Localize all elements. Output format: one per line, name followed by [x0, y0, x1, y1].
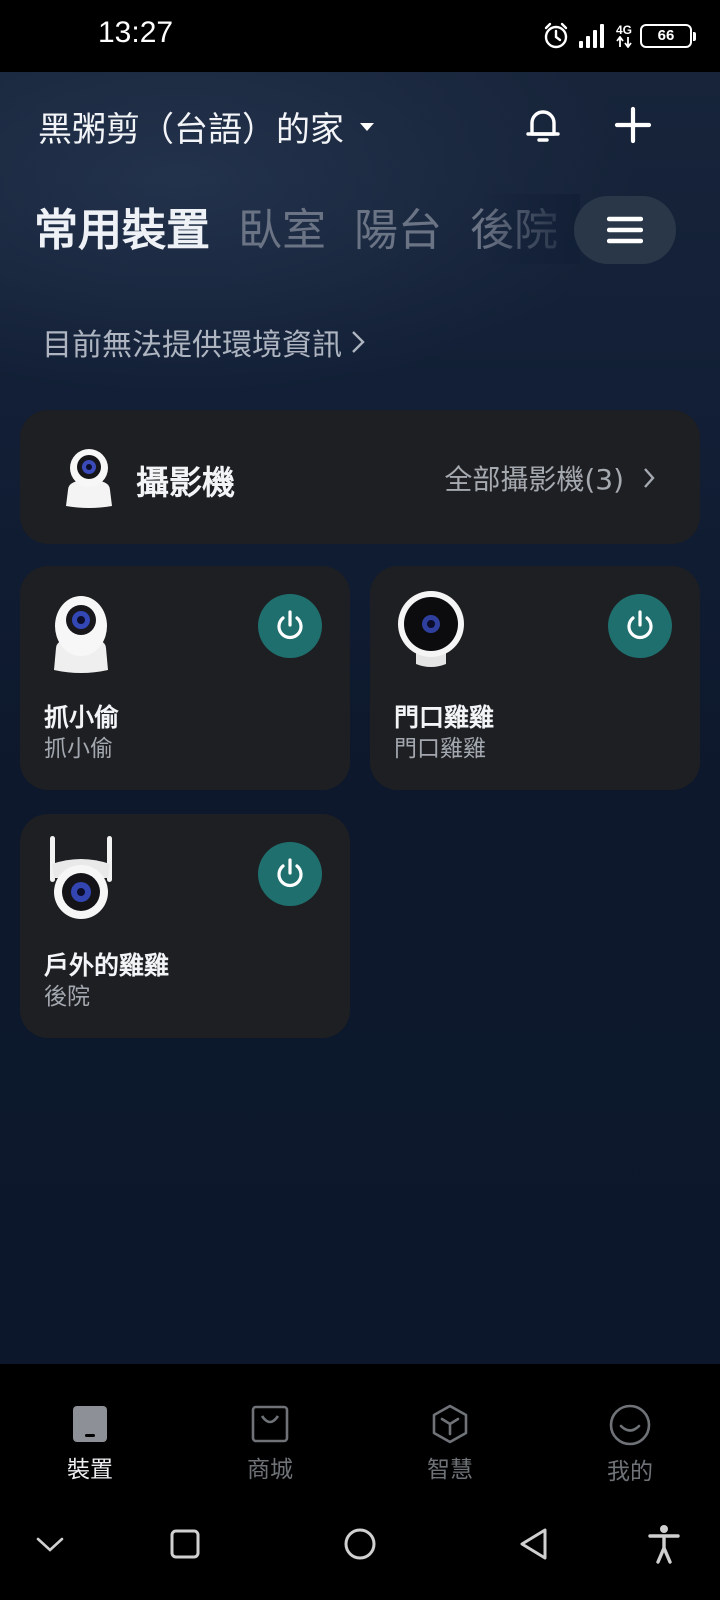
chevron-down-icon [36, 1537, 64, 1552]
status-time: 13:27 [98, 16, 174, 49]
chevron-right-icon [644, 468, 655, 488]
power-button[interactable] [258, 594, 322, 658]
all-cameras-label: 全部攝影機(3) [444, 463, 624, 496]
device-icon [73, 1406, 107, 1442]
pan-tilt-camera-icon [54, 596, 108, 673]
power-icon [277, 858, 303, 888]
home-selector[interactable]: 黑粥剪（台語）的家 [38, 102, 374, 151]
shop-bag-icon [251, 1405, 289, 1443]
power-button[interactable] [608, 594, 672, 658]
hamburger-icon [607, 216, 643, 244]
notifications-button[interactable] [520, 102, 566, 148]
device-room: 抓小偷 [44, 736, 113, 762]
device-room: 門口雞雞 [394, 736, 486, 762]
nav-label: 商城 [247, 1457, 293, 1483]
data-arrows-icon: 4G [616, 24, 632, 48]
battery-icon: 66 [640, 24, 696, 48]
nav-label: 裝置 [67, 1457, 113, 1483]
home-button[interactable] [338, 1522, 382, 1566]
bell-icon [526, 110, 560, 142]
device-card[interactable]: 戶外的雞雞 後院 [20, 814, 350, 1038]
accessibility-icon [648, 1525, 680, 1564]
nav-profile[interactable]: 我的 [540, 1364, 720, 1494]
device-card[interactable]: 抓小偷 抓小偷 [20, 566, 350, 790]
app-screen: 黑粥剪（台語）的家 常用裝置臥室陽台後院 目前無法提供環境資訊 [0, 72, 720, 1364]
alarm-icon [544, 22, 568, 49]
back-button[interactable] [512, 1522, 556, 1566]
environment-info-text: 目前無法提供環境資訊 [42, 328, 342, 363]
nav-label: 智慧 [427, 1457, 473, 1483]
nav-smart[interactable]: 智慧 [360, 1364, 540, 1494]
status-icons: 4G 66 [542, 20, 696, 52]
square-icon [170, 1529, 200, 1559]
power-icon [627, 610, 653, 640]
recent-apps-button[interactable] [163, 1522, 207, 1566]
nav-shop[interactable]: 商城 [180, 1364, 360, 1494]
power-button[interactable] [258, 842, 322, 906]
chevron-right-icon [352, 331, 365, 353]
signal-icon [578, 24, 604, 48]
nav-label: 我的 [607, 1459, 653, 1485]
add-device-button[interactable] [610, 102, 656, 148]
dropdown-caret-icon [360, 122, 374, 131]
device-card[interactable]: 門口雞雞 門口雞雞 [370, 566, 700, 790]
power-icon [277, 610, 303, 640]
bottom-navigation: 裝置 商城 智慧 我的 [0, 1364, 720, 1494]
nav-devices[interactable]: 裝置 [0, 1364, 180, 1494]
tab-bedroom[interactable]: 臥室 [238, 194, 326, 258]
tab-balcony[interactable]: 陽台 [354, 194, 442, 258]
stand-camera-icon [398, 591, 464, 667]
home-name: 黑粥剪（台語）的家 [38, 110, 344, 150]
accessibility-button[interactable] [642, 1522, 686, 1566]
environment-info-link[interactable]: 目前無法提供環境資訊 [42, 320, 366, 364]
camera-group-title: 攝影機 [136, 463, 235, 502]
device-room: 後院 [44, 984, 90, 1010]
status-bar: 13:27 4G 66 [0, 0, 720, 72]
triangle-back-icon [520, 1528, 547, 1560]
smile-face-icon [609, 1404, 651, 1446]
camera-icon [66, 449, 112, 508]
room-menu-button[interactable] [574, 196, 676, 264]
outdoor-camera-icon [50, 836, 112, 919]
circle-icon [344, 1528, 376, 1560]
system-navigation-bar [0, 1494, 720, 1600]
network-type: 4G [615, 23, 632, 37]
tabs-fade [480, 194, 580, 264]
camera-group-card[interactable]: 攝影機 全部攝影機(3) [20, 410, 700, 544]
plus-icon [614, 106, 652, 144]
hexagon-cube-icon [432, 1404, 468, 1444]
tab-favorites[interactable]: 常用裝置 [34, 194, 210, 258]
all-cameras-link[interactable]: 全部攝影機(3) [444, 458, 656, 498]
hide-nav-button[interactable] [28, 1522, 72, 1566]
